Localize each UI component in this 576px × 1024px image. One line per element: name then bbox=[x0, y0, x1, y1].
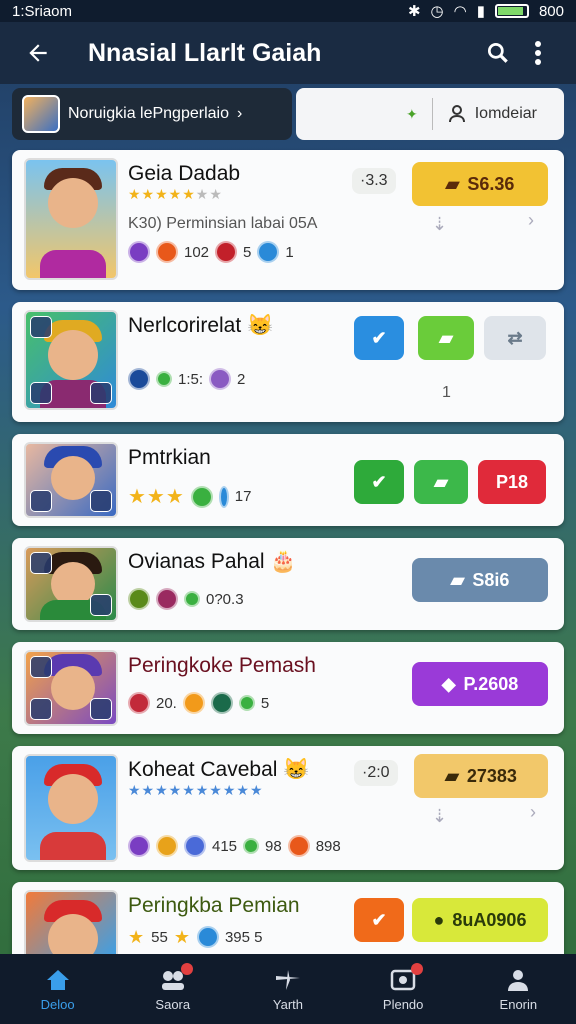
player-avatar bbox=[24, 650, 118, 726]
signal-icon: ▮ bbox=[476, 3, 485, 20]
status-bar: 1:Sriaom ✱ ◷ ◠ ▮ 800 bbox=[0, 0, 576, 22]
list-item[interactable]: Pmtrkian ★★★ 17 ✔ ▰ P18 bbox=[12, 434, 564, 526]
bottom-nav: Deloo Saora Yarth Plendo Enorin bbox=[0, 954, 576, 1024]
swap-button[interactable]: ⇄ bbox=[484, 316, 546, 360]
nav-label: Plendo bbox=[382, 996, 424, 1012]
score-pill: ·2:0 bbox=[354, 760, 398, 786]
nav-item-group[interactable]: Saora bbox=[123, 962, 223, 1012]
price-button[interactable]: ● 8uA0906 bbox=[412, 898, 548, 942]
price-button[interactable]: ◆ P.2608 bbox=[412, 662, 548, 706]
badge-row: 102 5 1 bbox=[128, 241, 552, 263]
search-icon[interactable] bbox=[478, 33, 518, 73]
page-title: Nnasial Llarlt Gaiah bbox=[88, 38, 322, 67]
player-avatar bbox=[24, 442, 118, 518]
player-avatar bbox=[24, 546, 118, 622]
app-bar: Nnasial Llarlt Gaiah bbox=[0, 22, 576, 84]
alarm-icon: ◷ bbox=[430, 3, 444, 20]
nav-label: Enorin bbox=[499, 996, 538, 1012]
badge-row: 1:5: 2 bbox=[128, 368, 552, 390]
list-item[interactable]: Peringkoke Pemash 20. 5 ◆ P.2608 bbox=[12, 642, 564, 734]
player-avatar bbox=[24, 754, 118, 862]
gem-icon: ◆ bbox=[441, 673, 456, 694]
avatar bbox=[22, 95, 60, 133]
player-avatar bbox=[24, 310, 118, 410]
list-item[interactable]: Ovianas Pahal 🎂 0?0.3 ▰ S8i6 bbox=[12, 538, 564, 630]
bluetooth-icon: ✱ bbox=[407, 3, 421, 20]
nav-item-home[interactable]: Deloo bbox=[8, 967, 108, 1012]
battery-icon bbox=[494, 4, 529, 18]
check-button[interactable]: ✔ bbox=[354, 898, 404, 942]
filter-box[interactable]: ✦ Iomdeiar bbox=[296, 88, 564, 140]
filter-label: Iomdeiar bbox=[474, 105, 537, 122]
price-button[interactable]: ▰ 27383 bbox=[414, 754, 548, 798]
nav-label: Yarth bbox=[272, 996, 304, 1012]
list-item[interactable]: Peringkba Pemian ★ 55 ★ 395 5 ✔ ● 8uA090… bbox=[12, 882, 564, 962]
price-button[interactable]: ▰ S8i6 bbox=[412, 558, 548, 602]
nav-item-media[interactable]: Plendo bbox=[353, 962, 453, 1012]
home-icon bbox=[44, 967, 72, 993]
list-item[interactable]: Koheat Cavebal 😸 ★★★★★★★★★★ 415 98 898 ·… bbox=[12, 746, 564, 870]
ticket-button[interactable]: ▰ bbox=[414, 460, 468, 504]
person-icon bbox=[504, 967, 532, 993]
badge-row: 415 98 898 bbox=[128, 835, 552, 857]
profile-chip[interactable]: Noruigkia lePngperlaio › bbox=[12, 88, 292, 140]
plane-icon bbox=[274, 967, 302, 993]
status-right: ✱ ◷ ◠ ▮ 800 bbox=[407, 2, 564, 21]
coin-icon: ● bbox=[433, 909, 445, 930]
list-item[interactable]: Geia Dadab ★★★★★★★ K30) Perminsian labai… bbox=[12, 150, 564, 290]
divider bbox=[431, 98, 433, 130]
check-button[interactable]: ✔ bbox=[354, 460, 404, 504]
person-outline-icon bbox=[448, 105, 465, 123]
player-avatar bbox=[24, 890, 118, 962]
battery-text: 800 bbox=[538, 2, 564, 20]
player-avatar bbox=[24, 158, 118, 280]
chevron-right-icon[interactable]: › bbox=[530, 802, 536, 823]
ticket-icon: ▰ bbox=[450, 569, 465, 590]
player-meta: K30) Perminsian labai 05A bbox=[128, 215, 318, 232]
check-button[interactable]: ✔ bbox=[354, 316, 404, 360]
profile-label: Noruigkia lePngperlaio bbox=[68, 105, 229, 122]
more-vert-icon[interactable] bbox=[518, 33, 558, 73]
wifi-icon: ◠ bbox=[453, 3, 467, 20]
action-button[interactable]: P18 bbox=[478, 460, 546, 504]
item-count: 1 bbox=[442, 384, 451, 401]
list-item[interactable]: Nerlcorirelat 😸 1:5: 2 ✔ ▰ ⇄ 1 bbox=[12, 302, 564, 422]
nav-label: Saora bbox=[155, 996, 191, 1012]
sub-bar: Noruigkia lePngperlaio › ✦ Iomdeiar bbox=[12, 88, 564, 140]
notification-dot bbox=[180, 962, 193, 975]
chevron-down-icon: ⇣ bbox=[432, 214, 448, 234]
nav-item-plane[interactable]: Yarth bbox=[238, 967, 338, 1012]
ticket-icon: ▰ bbox=[445, 765, 459, 786]
notification-dot bbox=[411, 962, 424, 975]
ticket-icon: ▰ bbox=[445, 173, 460, 194]
score-pill: ·3.3 bbox=[352, 168, 396, 194]
status-time: 1:Sriaom bbox=[12, 2, 73, 20]
nav-item-profile[interactable]: Enorin bbox=[468, 967, 568, 1012]
chevron-down-icon: ⇣ bbox=[432, 806, 448, 826]
ticket-button[interactable]: ▰ bbox=[418, 316, 474, 360]
arrow-left-icon[interactable] bbox=[18, 33, 58, 73]
nav-label: Deloo bbox=[40, 996, 75, 1012]
chevron-right-icon: › bbox=[236, 105, 243, 122]
price-button[interactable]: ▰ S6.36 bbox=[412, 162, 548, 206]
diamond-icon: ✦ bbox=[406, 105, 418, 122]
chevron-right-icon[interactable]: › bbox=[528, 210, 534, 231]
